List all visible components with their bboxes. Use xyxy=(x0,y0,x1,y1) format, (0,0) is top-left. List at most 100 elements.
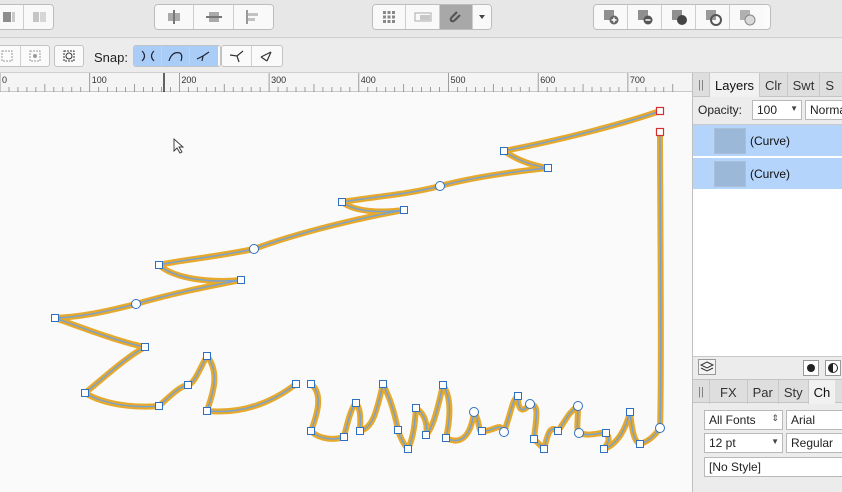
curve-node[interactable] xyxy=(439,381,447,389)
font-size-value: 12 pt xyxy=(709,436,736,450)
curve-node[interactable] xyxy=(379,380,387,388)
curve-node[interactable] xyxy=(340,433,348,441)
curve-node[interactable] xyxy=(81,389,89,397)
transform-icon[interactable] xyxy=(0,46,21,66)
curve-node[interactable] xyxy=(356,427,364,435)
layers-list: (Curve) (Curve) xyxy=(693,124,842,356)
curve-node[interactable] xyxy=(352,399,360,407)
curve-node[interactable] xyxy=(626,408,634,416)
tab-swatches[interactable]: Swt xyxy=(786,73,820,97)
blend-mode-select[interactable]: Norma xyxy=(805,100,842,120)
curve-node[interactable] xyxy=(203,407,211,415)
tab-color[interactable]: Clr xyxy=(759,73,787,97)
smooth-node[interactable] xyxy=(469,407,479,417)
align-center-icon[interactable] xyxy=(155,5,195,29)
curve-node[interactable] xyxy=(292,380,300,388)
smooth-node[interactable] xyxy=(525,399,535,409)
smooth-node[interactable] xyxy=(499,427,509,437)
combine-icon[interactable] xyxy=(730,5,764,29)
curve-node[interactable] xyxy=(203,352,211,360)
curve-swoosh[interactable] xyxy=(52,108,663,415)
smooth-node[interactable] xyxy=(574,428,584,438)
curve-nodes[interactable] xyxy=(51,106,665,453)
arrange-alt-icon[interactable] xyxy=(24,5,53,29)
curve-node[interactable] xyxy=(237,276,245,284)
adjustment-icon[interactable] xyxy=(825,360,841,379)
smooth-node[interactable] xyxy=(131,299,141,309)
curve-node[interactable] xyxy=(184,381,192,389)
curve-node[interactable] xyxy=(141,343,149,351)
snap-nodes-icon[interactable] xyxy=(134,46,162,66)
opacity-field[interactable]: 100 ▼ xyxy=(752,100,802,120)
snap-handles-icon[interactable] xyxy=(190,46,218,66)
curve-node[interactable] xyxy=(422,431,430,439)
panel-grip-icon[interactable]: || xyxy=(693,73,709,97)
end-node[interactable] xyxy=(655,127,665,137)
view-mode-icon[interactable] xyxy=(406,5,440,29)
curve-node[interactable] xyxy=(394,426,402,434)
canvas[interactable] xyxy=(0,92,692,492)
curve-scribble[interactable] xyxy=(308,129,664,452)
font-size-field[interactable]: 12 pt ▼ xyxy=(704,433,783,453)
tab-stroke[interactable]: S xyxy=(819,73,839,97)
curve-node[interactable] xyxy=(602,429,610,437)
add-icon[interactable] xyxy=(594,5,628,29)
node-smooth-icon[interactable] xyxy=(252,46,282,66)
tab-layers[interactable]: Layers xyxy=(709,73,760,97)
layer-row[interactable]: (Curve) xyxy=(693,158,842,190)
curve-node[interactable] xyxy=(540,445,548,453)
end-node[interactable] xyxy=(655,106,665,116)
curve-node[interactable] xyxy=(155,402,163,410)
snap-curves-icon[interactable] xyxy=(162,46,190,66)
align-left-icon[interactable] xyxy=(233,5,273,29)
tab-character[interactable]: Ch xyxy=(807,380,836,404)
tab-styles[interactable]: Sty xyxy=(777,380,808,404)
curve-node[interactable] xyxy=(400,206,408,214)
cycle-selection-icon[interactable] xyxy=(55,46,83,66)
intersect-icon[interactable] xyxy=(662,5,696,29)
snapping-magnet-icon[interactable] xyxy=(439,5,474,29)
curve-node[interactable] xyxy=(155,261,163,269)
font-family-select[interactable]: Arial xyxy=(786,410,842,430)
chevron-down-icon[interactable] xyxy=(473,5,491,29)
curve-node[interactable] xyxy=(478,427,486,435)
curve-node[interactable] xyxy=(636,440,644,448)
curve-node[interactable] xyxy=(404,445,412,453)
layer-row[interactable]: (Curve) xyxy=(693,125,842,157)
mask-icon[interactable] xyxy=(803,360,819,379)
curve-node[interactable] xyxy=(554,427,562,435)
curve-node[interactable] xyxy=(530,435,538,443)
node-sharp-icon[interactable] xyxy=(222,46,253,66)
layer-name: (Curve) xyxy=(750,134,791,148)
rotate-icon[interactable] xyxy=(21,46,49,66)
arrange-icon[interactable] xyxy=(0,5,25,29)
curve-node[interactable] xyxy=(544,164,552,172)
grid-icon[interactable] xyxy=(373,5,407,29)
subtract-icon[interactable] xyxy=(628,5,662,29)
panel-grip-icon[interactable]: || xyxy=(693,380,709,404)
curve-node[interactable] xyxy=(307,380,315,388)
layers-stack-icon[interactable] xyxy=(698,359,716,378)
paragraph-style-select[interactable]: [No Style] xyxy=(704,457,842,477)
smooth-node[interactable] xyxy=(655,423,665,433)
tab-paragraph[interactable]: Par xyxy=(746,380,778,404)
smooth-node[interactable] xyxy=(249,244,259,254)
font-collection-select[interactable]: All Fonts ⇕ xyxy=(704,410,783,430)
tab-effects[interactable]: FX xyxy=(709,380,747,404)
font-style-value: Regular xyxy=(791,436,834,450)
horizontal-ruler[interactable]: 0 100 200 300 400 500 600 700 xyxy=(0,73,692,92)
curve-node[interactable] xyxy=(500,147,508,155)
curve-node[interactable] xyxy=(307,427,315,435)
curve-node[interactable] xyxy=(442,434,450,442)
smooth-node[interactable] xyxy=(573,401,583,411)
smooth-node[interactable] xyxy=(435,181,445,191)
divide-icon[interactable] xyxy=(696,5,730,29)
font-style-select[interactable]: Regular xyxy=(786,433,842,453)
curve-node[interactable] xyxy=(412,404,420,412)
align-middle-icon[interactable] xyxy=(194,5,234,29)
curve-node[interactable] xyxy=(51,314,59,322)
curve-node[interactable] xyxy=(514,392,522,400)
curve-node[interactable] xyxy=(338,198,346,206)
curve-node[interactable] xyxy=(600,445,608,453)
canvas-drawing[interactable] xyxy=(0,92,692,492)
